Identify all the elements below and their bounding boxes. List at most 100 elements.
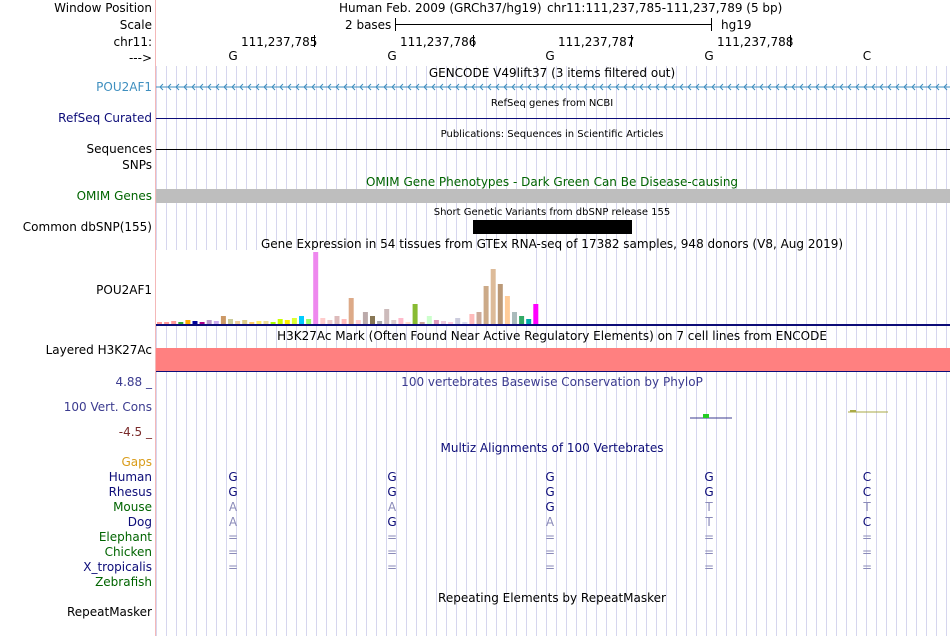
reference-base: G bbox=[704, 49, 714, 63]
gtex-tissue-bar bbox=[192, 321, 198, 324]
alignment-base: G bbox=[387, 485, 397, 499]
gtex-tissue-bar bbox=[220, 316, 226, 324]
phylop-track-title: 100 vertebrates Basewise Conservation by… bbox=[401, 375, 703, 389]
gtex-tissue-bar bbox=[497, 284, 503, 324]
alignment-base: = bbox=[703, 530, 715, 544]
alignment-base: T bbox=[705, 515, 713, 529]
alignment-base: = bbox=[544, 530, 556, 544]
assembly-title: Human Feb. 2009 (GRCh37/hg19) bbox=[339, 1, 542, 15]
scale-label: Scale bbox=[119, 18, 152, 32]
alignment-base: G bbox=[545, 500, 555, 514]
alignment-base: = bbox=[544, 545, 556, 559]
dbsnp-track-title: Short Genetic Variants from dbSNP releas… bbox=[433, 207, 671, 218]
gtex-tissue-bar bbox=[405, 322, 411, 324]
publications-feature[interactable] bbox=[156, 149, 950, 150]
ruler-tick bbox=[631, 35, 632, 47]
alignment-base: A bbox=[545, 515, 555, 529]
h3k27ac-track-title: H3K27Ac Mark (Often Found Near Active Re… bbox=[277, 329, 827, 343]
refseq-track-title: RefSeq genes from NCBI bbox=[490, 98, 614, 109]
reference-base: C bbox=[862, 49, 872, 63]
gtex-tissue-bar bbox=[199, 322, 205, 324]
scale-text: 2 bases bbox=[345, 18, 392, 32]
gtex-tissue-bar bbox=[526, 319, 532, 324]
gtex-tissue-bar bbox=[235, 321, 241, 324]
alignment-base: A bbox=[387, 500, 397, 514]
gtex-tissue-bar bbox=[462, 322, 468, 324]
reference-base: G bbox=[387, 49, 397, 63]
gtex-tissue-bar bbox=[370, 316, 375, 324]
gtex-tissue-bar bbox=[504, 296, 510, 324]
gtex-track-title: Gene Expression in 54 tissues from GTEx … bbox=[260, 237, 844, 251]
gtex-tissue-bar bbox=[242, 320, 248, 324]
alignment-base: = bbox=[544, 560, 556, 574]
gencode-gene-feature[interactable] bbox=[156, 80, 950, 94]
ruler-label: 111,237,786 bbox=[400, 35, 477, 49]
gtex-tissue-bar bbox=[419, 322, 425, 324]
gtex-tissue-bar bbox=[412, 304, 418, 324]
publications-track-label[interactable]: Sequences bbox=[87, 142, 152, 156]
track-labels: Window Position Scale chr11: ---> POU2AF… bbox=[0, 0, 155, 636]
scale-db: hg19 bbox=[721, 18, 752, 32]
gtex-tissue-bar bbox=[483, 286, 489, 324]
gtex-tissue-bar bbox=[433, 320, 439, 324]
species-label-x-tropicalis: X_tropicalis bbox=[83, 560, 152, 574]
alignment-base: = bbox=[227, 560, 239, 574]
gtex-tissue-bar bbox=[299, 316, 304, 324]
gtex-tissue-bar bbox=[512, 312, 517, 324]
gtex-tissue-bar bbox=[206, 320, 212, 324]
gencode-track-label[interactable]: POU2AF1 bbox=[96, 80, 152, 94]
track-image[interactable]: Human Feb. 2009 (GRCh37/hg19) chr11:111,… bbox=[156, 0, 950, 636]
omim-gene-bar[interactable] bbox=[156, 189, 950, 203]
alignment-base: G bbox=[228, 470, 238, 484]
ruler-label: 111,237,785 bbox=[241, 35, 318, 49]
alignment-base: G bbox=[545, 485, 555, 499]
species-label-elephant: Elephant bbox=[98, 530, 152, 544]
alignment-base: = bbox=[703, 560, 715, 574]
gtex-tissue-bar bbox=[270, 322, 276, 324]
alignment-base: C bbox=[862, 470, 872, 484]
gtex-tissue-bar bbox=[533, 304, 539, 324]
gtex-tissue-bar bbox=[391, 320, 397, 324]
dbsnp-track-label[interactable]: Common dbSNP(155) bbox=[23, 220, 152, 234]
multiz-track-title: Multiz Alignments of 100 Vertebrates bbox=[440, 441, 664, 455]
chrom-label: chr11: bbox=[113, 35, 152, 49]
omim-track-label[interactable]: OMIM Genes bbox=[77, 189, 152, 203]
dbsnp-variant[interactable] bbox=[473, 220, 632, 234]
species-label-human: Human bbox=[108, 470, 152, 484]
snps-track-label[interactable]: SNPs bbox=[122, 158, 152, 172]
gtex-tissue-bar bbox=[348, 298, 354, 324]
scale-bar-left-tick bbox=[395, 18, 396, 31]
gtex-tissue-bar bbox=[519, 316, 525, 324]
gtex-tissue-bar bbox=[327, 320, 333, 324]
alignment-base: = bbox=[227, 545, 239, 559]
refseq-track-label[interactable]: RefSeq Curated bbox=[58, 111, 152, 125]
gtex-tissue-bar bbox=[164, 322, 170, 324]
refseq-gene-feature[interactable] bbox=[156, 118, 950, 119]
gtex-tissue-bar bbox=[362, 312, 368, 324]
scale-bar-right-tick bbox=[711, 18, 712, 31]
gtex-expression-chart[interactable] bbox=[156, 250, 950, 328]
h3k27ac-baseline bbox=[156, 371, 950, 372]
species-label-chicken: Chicken bbox=[104, 545, 152, 559]
h3k27ac-signal[interactable] bbox=[156, 348, 950, 371]
gtex-tissue-bar bbox=[213, 321, 219, 324]
gtex-tissue-bar bbox=[185, 320, 191, 324]
alignment-base: C bbox=[862, 485, 872, 499]
gtex-tissue-bar bbox=[178, 322, 184, 324]
h3k27ac-track-label[interactable]: Layered H3K27Ac bbox=[46, 343, 152, 357]
alignment-base: A bbox=[228, 515, 238, 529]
gtex-tissue-bar bbox=[426, 316, 432, 324]
gencode-track-title: GENCODE V49lift37 (3 items filtered out) bbox=[428, 66, 676, 80]
window-position-label: Window Position bbox=[54, 1, 152, 15]
gtex-tissue-bar bbox=[441, 321, 446, 324]
gtex-tissue-bar bbox=[284, 320, 290, 324]
gtex-tissue-bar bbox=[277, 319, 283, 324]
repeatmasker-track-label[interactable]: RepeatMasker bbox=[67, 605, 152, 619]
ruler-label: 111,237,788 bbox=[717, 35, 794, 49]
phylop-signal[interactable] bbox=[156, 405, 950, 425]
alignment-base: = bbox=[227, 530, 239, 544]
gtex-track-label[interactable]: POU2AF1 bbox=[96, 283, 152, 297]
cons-track-label[interactable]: 100 Vert. Cons bbox=[64, 400, 152, 414]
reference-base: G bbox=[228, 49, 238, 63]
gtex-tissue-bar bbox=[256, 321, 262, 324]
